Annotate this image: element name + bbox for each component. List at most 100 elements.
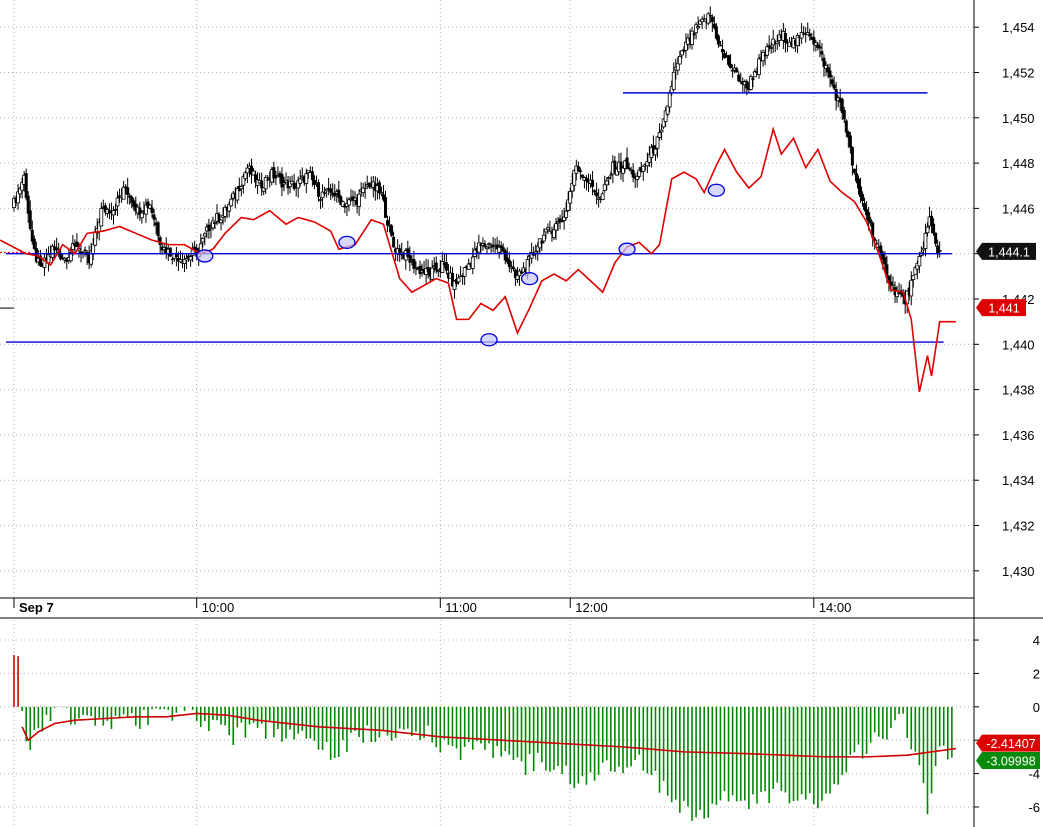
price-axis-label: 1,438 (1002, 383, 1035, 398)
candle-body-down (266, 179, 270, 181)
candle-body-down (891, 284, 895, 286)
candle-body-up (243, 172, 248, 179)
candle-body-down (444, 261, 448, 271)
candle-body-up (937, 250, 942, 252)
circle-marker (480, 333, 498, 347)
candle-body-down (280, 173, 284, 188)
candle-body-up (324, 188, 329, 192)
candle-body-up (111, 210, 116, 216)
price-axis-label: 1,454 (1002, 20, 1035, 35)
candle-body-down (708, 15, 712, 17)
candle-body-up (909, 279, 914, 297)
candle-body-up (911, 275, 916, 281)
candle-body-down (156, 222, 160, 237)
candle-body-up (757, 58, 761, 76)
candle-body-down (848, 135, 852, 148)
candle-body-down (168, 247, 172, 257)
candle-body-up (456, 277, 461, 283)
candle-body-down (861, 193, 865, 202)
circle-marker (338, 235, 356, 250)
candle-body-down (511, 266, 515, 270)
candle-body-up (282, 182, 286, 185)
candle-body-up (545, 227, 550, 231)
candle-body-up (139, 212, 144, 219)
candle-body-up (635, 175, 640, 180)
candle-body-up (917, 256, 922, 267)
candle-body-down (170, 259, 174, 261)
candle-body-down (55, 247, 59, 251)
candle-body-up (188, 256, 193, 261)
candle-body-down (716, 35, 720, 45)
candle-body-down (727, 55, 731, 65)
time-axis-label: 11:00 (445, 600, 477, 615)
candle-body-down (28, 210, 32, 229)
candle-body-down (260, 180, 264, 189)
price-axis-label: 1,448 (1002, 156, 1035, 171)
candle-body-down (507, 259, 511, 267)
candle-body-down (152, 214, 156, 220)
candle-body-up (667, 92, 672, 108)
candle-body-up (379, 192, 384, 195)
candle-body-down (377, 182, 381, 194)
signal-value-tag-text: -2.41407 (986, 737, 1035, 751)
time-axis-label: 14:00 (819, 600, 852, 615)
candle-body-down (483, 243, 487, 247)
candle-body-down (932, 223, 936, 234)
candle-body-up (190, 249, 195, 256)
candle-body-up (436, 270, 441, 273)
stock-chart: 1,4301,4321,4341,4361,4381,4401,4421,444… (0, 0, 1043, 827)
candle-body-up (485, 246, 489, 250)
candle-body-up (497, 246, 502, 253)
candle-body-down (158, 237, 162, 246)
candle-body-up (263, 177, 268, 190)
candle-body-down (631, 170, 635, 178)
candle-body-up (653, 148, 658, 156)
candle-body-down (392, 236, 396, 248)
candle-body-up (765, 46, 770, 56)
candle-body-up (761, 51, 765, 62)
circle-marker (196, 249, 214, 263)
candle-body-up (925, 226, 930, 234)
candle-body-up (200, 238, 205, 243)
candle-body-down (808, 33, 812, 37)
candle-body-up (219, 219, 223, 224)
candle-body-down (593, 190, 597, 193)
candle-body-up (564, 210, 569, 218)
candle-body-down (852, 168, 856, 173)
candle-body-up (923, 232, 928, 249)
candle-body-down (828, 70, 832, 78)
candle-body-up (239, 186, 244, 190)
candle-body-down (595, 192, 599, 197)
candle-body-down (883, 257, 887, 265)
circle-marker (618, 242, 636, 256)
candle-body-down (720, 48, 724, 53)
candle-body-up (229, 198, 234, 207)
candle-body-up (554, 223, 558, 231)
candle-body-down (767, 45, 771, 48)
candle-body-down (783, 33, 787, 43)
histogram-value-tag-text: -3.09998 (986, 755, 1035, 769)
candle-body-down (879, 245, 883, 253)
candle-body-up (694, 24, 698, 34)
time-axis-label: Sep 7 (19, 600, 54, 615)
candle-body-up (213, 221, 217, 224)
price-axis-label: 1,434 (1002, 473, 1035, 488)
candle-body-down (692, 33, 696, 36)
candle-body-down (627, 167, 631, 170)
chart-background (0, 0, 1043, 827)
candle-body-up (462, 267, 467, 277)
candle-body-down (489, 246, 493, 248)
oscillator-axis-label: 0 (1033, 700, 1040, 715)
candle-body-down (832, 84, 836, 89)
price-axis-label: 1,436 (1002, 428, 1035, 443)
candle-body-down (591, 180, 595, 187)
candle-body-down (737, 74, 741, 82)
candle-body-down (83, 249, 87, 252)
candle-body-down (934, 232, 938, 244)
candle-body-down (32, 238, 36, 249)
candle-body-down (710, 16, 714, 22)
candle-body-down (292, 182, 296, 189)
candle-body-up (700, 18, 705, 23)
price-axis-label: 1,446 (1002, 201, 1035, 216)
candle-body-down (729, 63, 733, 69)
